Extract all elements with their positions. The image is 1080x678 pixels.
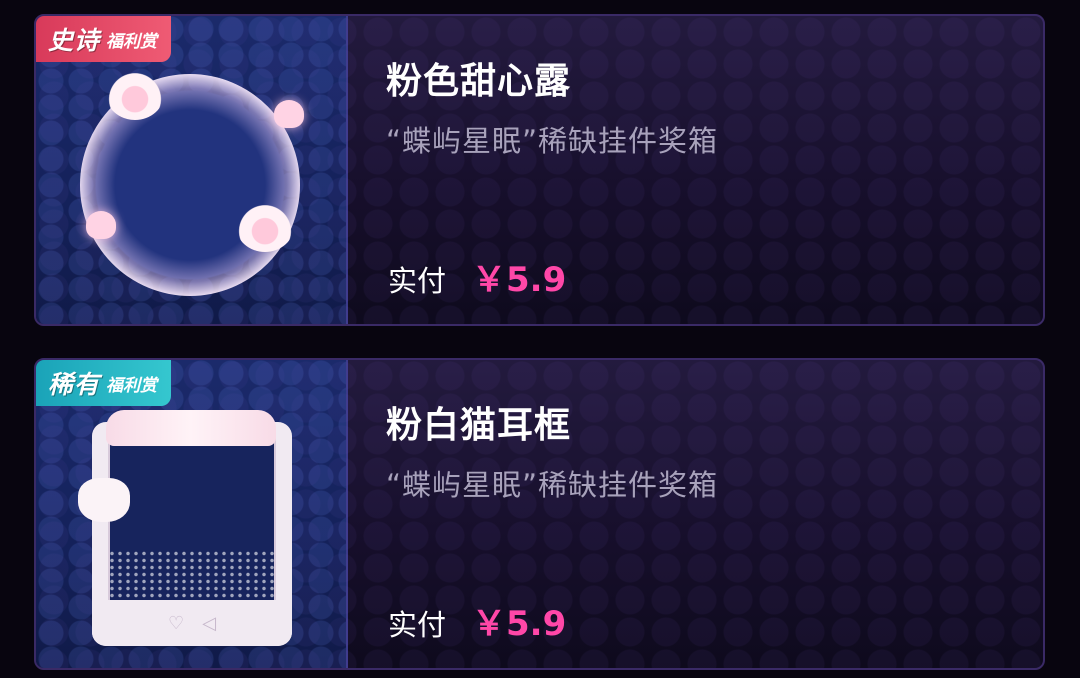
item-source: “蝶屿星眠”稀缺挂件奖箱 [386,468,719,502]
item-info: 粉白猫耳框 “蝶屿星眠”稀缺挂件奖箱 实付 ￥5.9 [386,360,1043,668]
item-title: 粉白猫耳框 [386,405,572,446]
rarity-badge-epic: 史诗 福利赏 [36,16,172,62]
price-value: ￥5.9 [472,260,567,300]
heart-icon [274,100,304,128]
reward-card-pink-white-cat-ear-frame[interactable]: 稀有 福利赏 ♡ ◁ 粉白猫耳框 “蝶屿星眠”稀缺挂件奖箱 实付 ￥5.9 [34,358,1045,670]
item-source: “蝶屿星眠”稀缺挂件奖箱 [386,124,719,158]
reward-card-pink-sweetheart-dew[interactable]: 史诗 福利赏 粉色甜心露 “蝶屿星眠”稀缺挂件奖箱 实付 ￥5.9 [34,14,1045,326]
item-thumbnail[interactable]: 史诗 福利赏 [36,16,348,324]
paw-icon [236,200,294,252]
sparkle-decoration [108,550,278,602]
cat-icon [78,478,130,522]
heart-icon: ♡ [168,612,185,634]
reward-list: 史诗 福利赏 粉色甜心露 “蝶屿星眠”稀缺挂件奖箱 实付 ￥5.9 稀有 福利赏 [0,0,1080,678]
rarity-badge-rare: 稀有 福利赏 [36,360,172,406]
badge-type-label: 福利赏 [106,31,158,52]
item-thumbnail[interactable]: 稀有 福利赏 ♡ ◁ [36,360,348,668]
item-title: 粉色甜心露 [386,61,572,102]
price-label: 实付 [388,264,447,298]
price-row: 实付 ￥5.9 [388,252,566,301]
heart-icon [86,211,116,239]
price-label: 实付 [388,608,447,642]
badge-type-label: 福利赏 [106,375,158,396]
paw-icon [106,68,164,120]
send-icon: ◁ [202,612,216,634]
frame-bottom-bar: ♡ ◁ [92,600,292,646]
badge-rarity-label: 稀有 [48,370,101,399]
badge-rarity-label: 史诗 [48,26,101,55]
price-row: 实付 ￥5.9 [388,596,566,645]
price-value: ￥5.9 [472,604,567,644]
bow-decoration [106,410,276,446]
item-info: 粉色甜心露 “蝶屿星眠”稀缺挂件奖箱 实付 ￥5.9 [386,16,1043,324]
